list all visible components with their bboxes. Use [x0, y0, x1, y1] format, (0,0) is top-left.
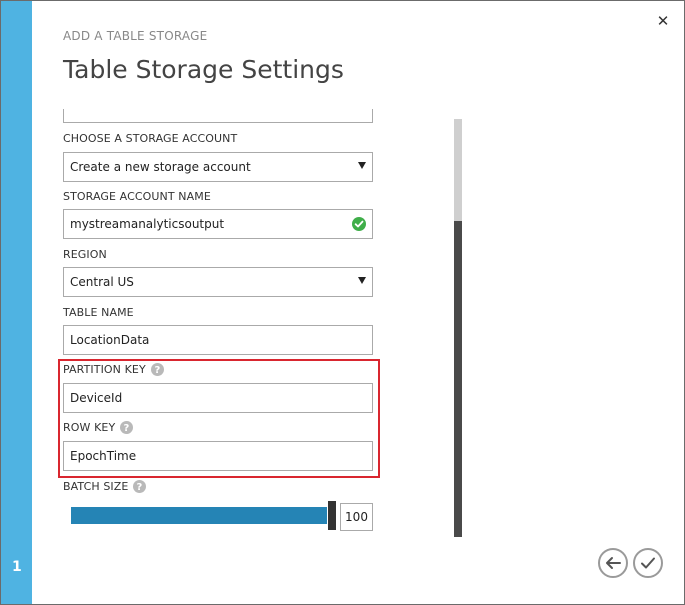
back-button[interactable]: [598, 548, 628, 578]
confirm-button[interactable]: [633, 548, 663, 578]
checkmark-icon: [641, 557, 655, 569]
batch-size-value[interactable]: 100: [340, 503, 373, 531]
partition-key-value: DeviceId: [70, 391, 123, 405]
storage-account-name-label: STORAGE ACCOUNT NAME: [63, 190, 211, 203]
row-key-input[interactable]: EpochTime: [63, 441, 373, 471]
table-name-value: LocationData: [70, 333, 150, 347]
close-button[interactable]: ✕: [655, 13, 671, 29]
storage-account-value: Create a new storage account: [70, 160, 251, 174]
row-key-label-row: ROW KEY ?: [63, 421, 134, 434]
batch-size-label: BATCH SIZE: [63, 480, 129, 493]
chevron-down-icon: [358, 162, 366, 169]
table-name-label: TABLE NAME: [63, 306, 134, 319]
question-mark-icon[interactable]: ?: [133, 480, 147, 493]
storage-account-name-input[interactable]: mystreamanalyticsoutput: [63, 209, 373, 239]
check-circle-icon: [352, 217, 366, 231]
svg-text:?: ?: [124, 423, 130, 434]
region-value: Central US: [70, 275, 134, 289]
table-storage-dialog: 1 ✕ ADD A TABLE STORAGE Table Storage Se…: [0, 0, 685, 605]
batch-size-slider-handle[interactable]: [328, 501, 336, 530]
question-mark-icon[interactable]: ?: [150, 363, 164, 376]
partial-field-above[interactable]: [63, 109, 373, 123]
dialog-title: Table Storage Settings: [63, 55, 344, 84]
region-select[interactable]: Central US: [63, 267, 373, 297]
region-label: REGION: [63, 248, 107, 261]
batch-size-label-row: BATCH SIZE ?: [63, 480, 147, 493]
back-arrow-icon: [606, 557, 621, 569]
chevron-down-icon: [358, 277, 366, 284]
storage-account-name-value: mystreamanalyticsoutput: [70, 217, 225, 231]
partition-key-label: PARTITION KEY: [63, 363, 146, 376]
table-name-input[interactable]: LocationData: [63, 325, 373, 355]
scrollbar[interactable]: [454, 119, 462, 537]
batch-size-slider-track[interactable]: [71, 507, 327, 524]
row-key-label: ROW KEY: [63, 421, 116, 434]
close-icon: ✕: [656, 12, 670, 30]
svg-text:?: ?: [137, 482, 143, 493]
storage-account-label: CHOOSE A STORAGE ACCOUNT: [63, 132, 238, 145]
row-key-value: EpochTime: [70, 449, 137, 463]
partition-key-input[interactable]: DeviceId: [63, 383, 373, 413]
question-mark-icon[interactable]: ?: [120, 421, 134, 434]
storage-account-select[interactable]: Create a new storage account: [63, 152, 373, 182]
dialog-subtitle: ADD A TABLE STORAGE: [63, 29, 208, 43]
wizard-step-bar: 1: [1, 1, 32, 604]
step-number: 1: [12, 559, 22, 575]
svg-text:?: ?: [154, 365, 160, 376]
partition-key-label-row: PARTITION KEY ?: [63, 363, 164, 376]
scrollbar-thumb[interactable]: [454, 119, 462, 221]
